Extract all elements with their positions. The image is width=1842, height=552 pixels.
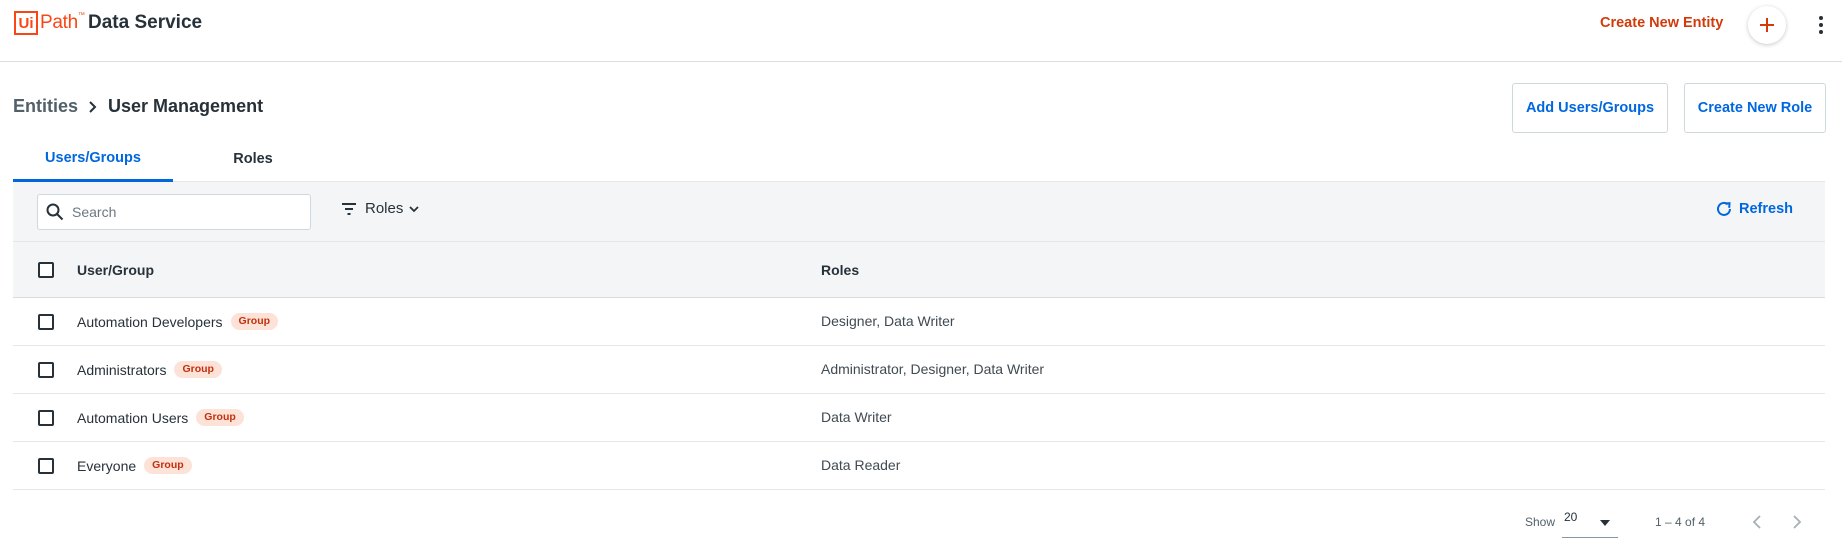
table-row[interactable]: Everyone Group Data Reader bbox=[13, 442, 1825, 490]
breadcrumb-entities-link[interactable]: Entities bbox=[13, 96, 78, 117]
refresh-icon bbox=[1717, 201, 1731, 216]
caret-down-icon bbox=[1600, 520, 1610, 526]
previous-page-button[interactable] bbox=[1747, 512, 1767, 532]
chevron-down-icon bbox=[409, 205, 419, 212]
tab-users-groups[interactable]: Users/Groups bbox=[13, 136, 173, 182]
user-group-name: Administrators bbox=[77, 361, 167, 378]
table-row[interactable]: Automation Developers Group Designer, Da… bbox=[13, 298, 1825, 346]
create-entity-plus-button[interactable] bbox=[1748, 6, 1786, 44]
logo-box: Ui bbox=[14, 11, 38, 35]
chevron-left-icon bbox=[1752, 515, 1761, 529]
chevron-right-icon bbox=[1793, 515, 1802, 529]
roles-cell: Data Writer bbox=[821, 409, 892, 425]
row-checkbox[interactable] bbox=[38, 314, 54, 330]
page-size-value: 20 bbox=[1564, 510, 1578, 524]
page-size-label: Show bbox=[1525, 515, 1556, 529]
roles-filter-label: Roles bbox=[365, 200, 404, 217]
user-group-cell: Automation Developers Group bbox=[77, 313, 279, 330]
column-header-user-group[interactable]: User/Group bbox=[77, 262, 154, 278]
user-group-cell: Everyone Group bbox=[77, 457, 192, 474]
row-checkbox[interactable] bbox=[38, 362, 54, 378]
user-group-cell: Administrators Group bbox=[77, 361, 222, 378]
tab-bar: Users/Groups Roles bbox=[13, 136, 1825, 182]
table-header: User/Group Roles bbox=[13, 242, 1825, 298]
roles-cell: Designer, Data Writer bbox=[821, 313, 955, 329]
group-badge: Group bbox=[144, 457, 192, 474]
next-page-button[interactable] bbox=[1787, 512, 1807, 532]
group-badge: Group bbox=[230, 313, 279, 330]
search-icon bbox=[46, 203, 64, 221]
filter-icon bbox=[342, 202, 356, 215]
table-toolbar: Roles Refresh bbox=[13, 182, 1825, 242]
create-new-role-button[interactable]: Create New Role bbox=[1684, 83, 1826, 133]
logo-text: Path bbox=[40, 12, 78, 33]
user-group-name: Automation Developers bbox=[77, 313, 223, 330]
user-group-cell: Automation Users Group bbox=[77, 409, 244, 426]
group-badge: Group bbox=[174, 361, 222, 378]
more-options-icon[interactable] bbox=[1815, 13, 1827, 37]
tab-roles[interactable]: Roles bbox=[173, 136, 333, 182]
search-input[interactable] bbox=[72, 204, 292, 220]
plus-icon bbox=[1760, 18, 1774, 32]
breadcrumb: Entities User Management bbox=[13, 96, 263, 117]
roles-filter-dropdown[interactable]: Roles bbox=[341, 200, 419, 217]
page-size-select[interactable]: 20 bbox=[1562, 508, 1618, 538]
user-group-name: Everyone bbox=[77, 457, 137, 474]
select-all-checkbox[interactable] bbox=[38, 262, 54, 278]
add-users-groups-button[interactable]: Add Users/Groups bbox=[1512, 83, 1668, 133]
group-badge: Group bbox=[196, 409, 244, 426]
refresh-label: Refresh bbox=[1739, 201, 1793, 217]
table-row[interactable]: Administrators Group Administrator, Desi… bbox=[13, 346, 1825, 394]
search-box bbox=[37, 194, 311, 230]
top-bar: Ui Path ™ Data Service Create New Entity bbox=[0, 0, 1842, 62]
roles-cell: Data Reader bbox=[821, 457, 901, 473]
create-new-entity-link[interactable]: Create New Entity bbox=[1600, 15, 1723, 31]
roles-cell: Administrator, Designer, Data Writer bbox=[821, 361, 1045, 377]
page-title: User Management bbox=[108, 96, 264, 116]
chevron-right-icon bbox=[88, 100, 98, 113]
page-range: 1 – 4 of 4 bbox=[1655, 515, 1706, 529]
logo-trademark: ™ bbox=[77, 12, 85, 19]
app-title: Data Service bbox=[88, 12, 203, 33]
user-group-name: Automation Users bbox=[77, 409, 189, 426]
table-row[interactable]: Automation Users Group Data Writer bbox=[13, 394, 1825, 442]
row-checkbox[interactable] bbox=[38, 458, 54, 474]
row-checkbox[interactable] bbox=[38, 410, 54, 426]
uipath-logo[interactable]: Ui Path ™ bbox=[14, 11, 85, 35]
refresh-button[interactable]: Refresh bbox=[1715, 200, 1793, 218]
column-header-roles[interactable]: Roles bbox=[821, 262, 859, 278]
